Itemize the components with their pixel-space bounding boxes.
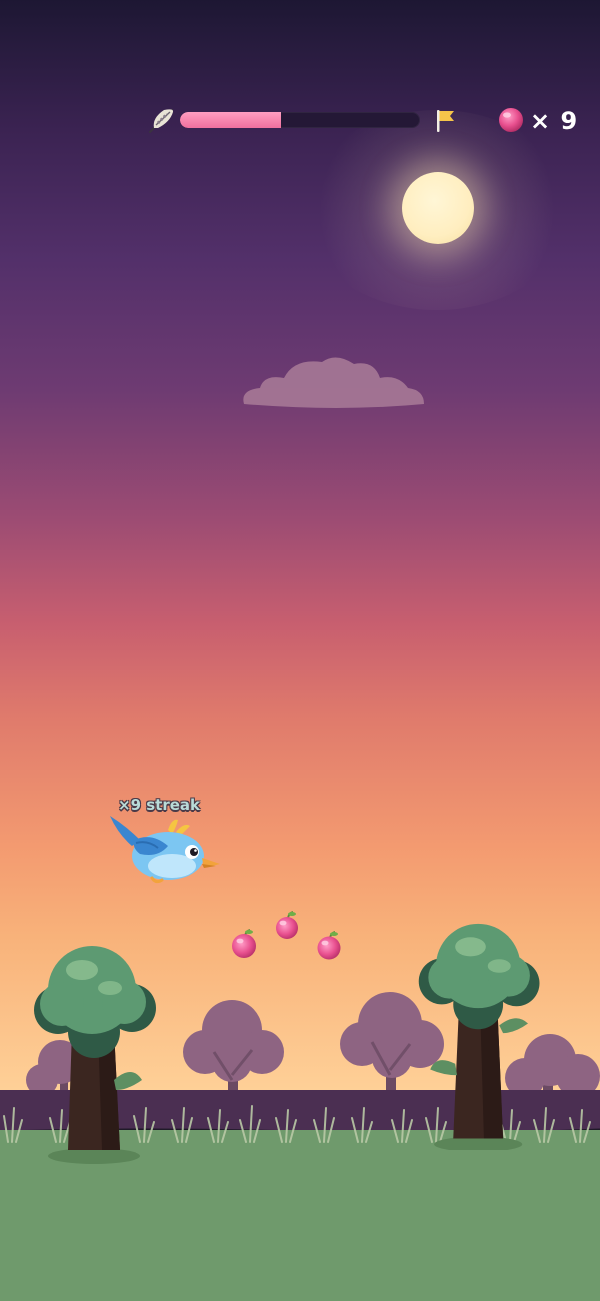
tree-right (418, 923, 540, 1150)
moon-icon (402, 172, 474, 244)
berry-icon (499, 108, 523, 132)
flag-icon (437, 110, 454, 132)
level-progress-bar (180, 112, 420, 128)
cloud-icon (243, 357, 424, 408)
game-stage[interactable]: × 9 ×9 streak (0, 0, 600, 1301)
berry-pickup[interactable] (230, 928, 258, 960)
berry-pickup[interactable] (315, 930, 343, 962)
hud-bar: × 9 (0, 100, 600, 142)
feather-icon (149, 109, 174, 133)
berry-pickup[interactable] (273, 910, 301, 942)
berry-count: × 9 (530, 107, 579, 135)
blue-bird-icon[interactable] (106, 810, 226, 890)
level-progress-fill (180, 112, 281, 128)
tree-left (34, 946, 156, 1164)
